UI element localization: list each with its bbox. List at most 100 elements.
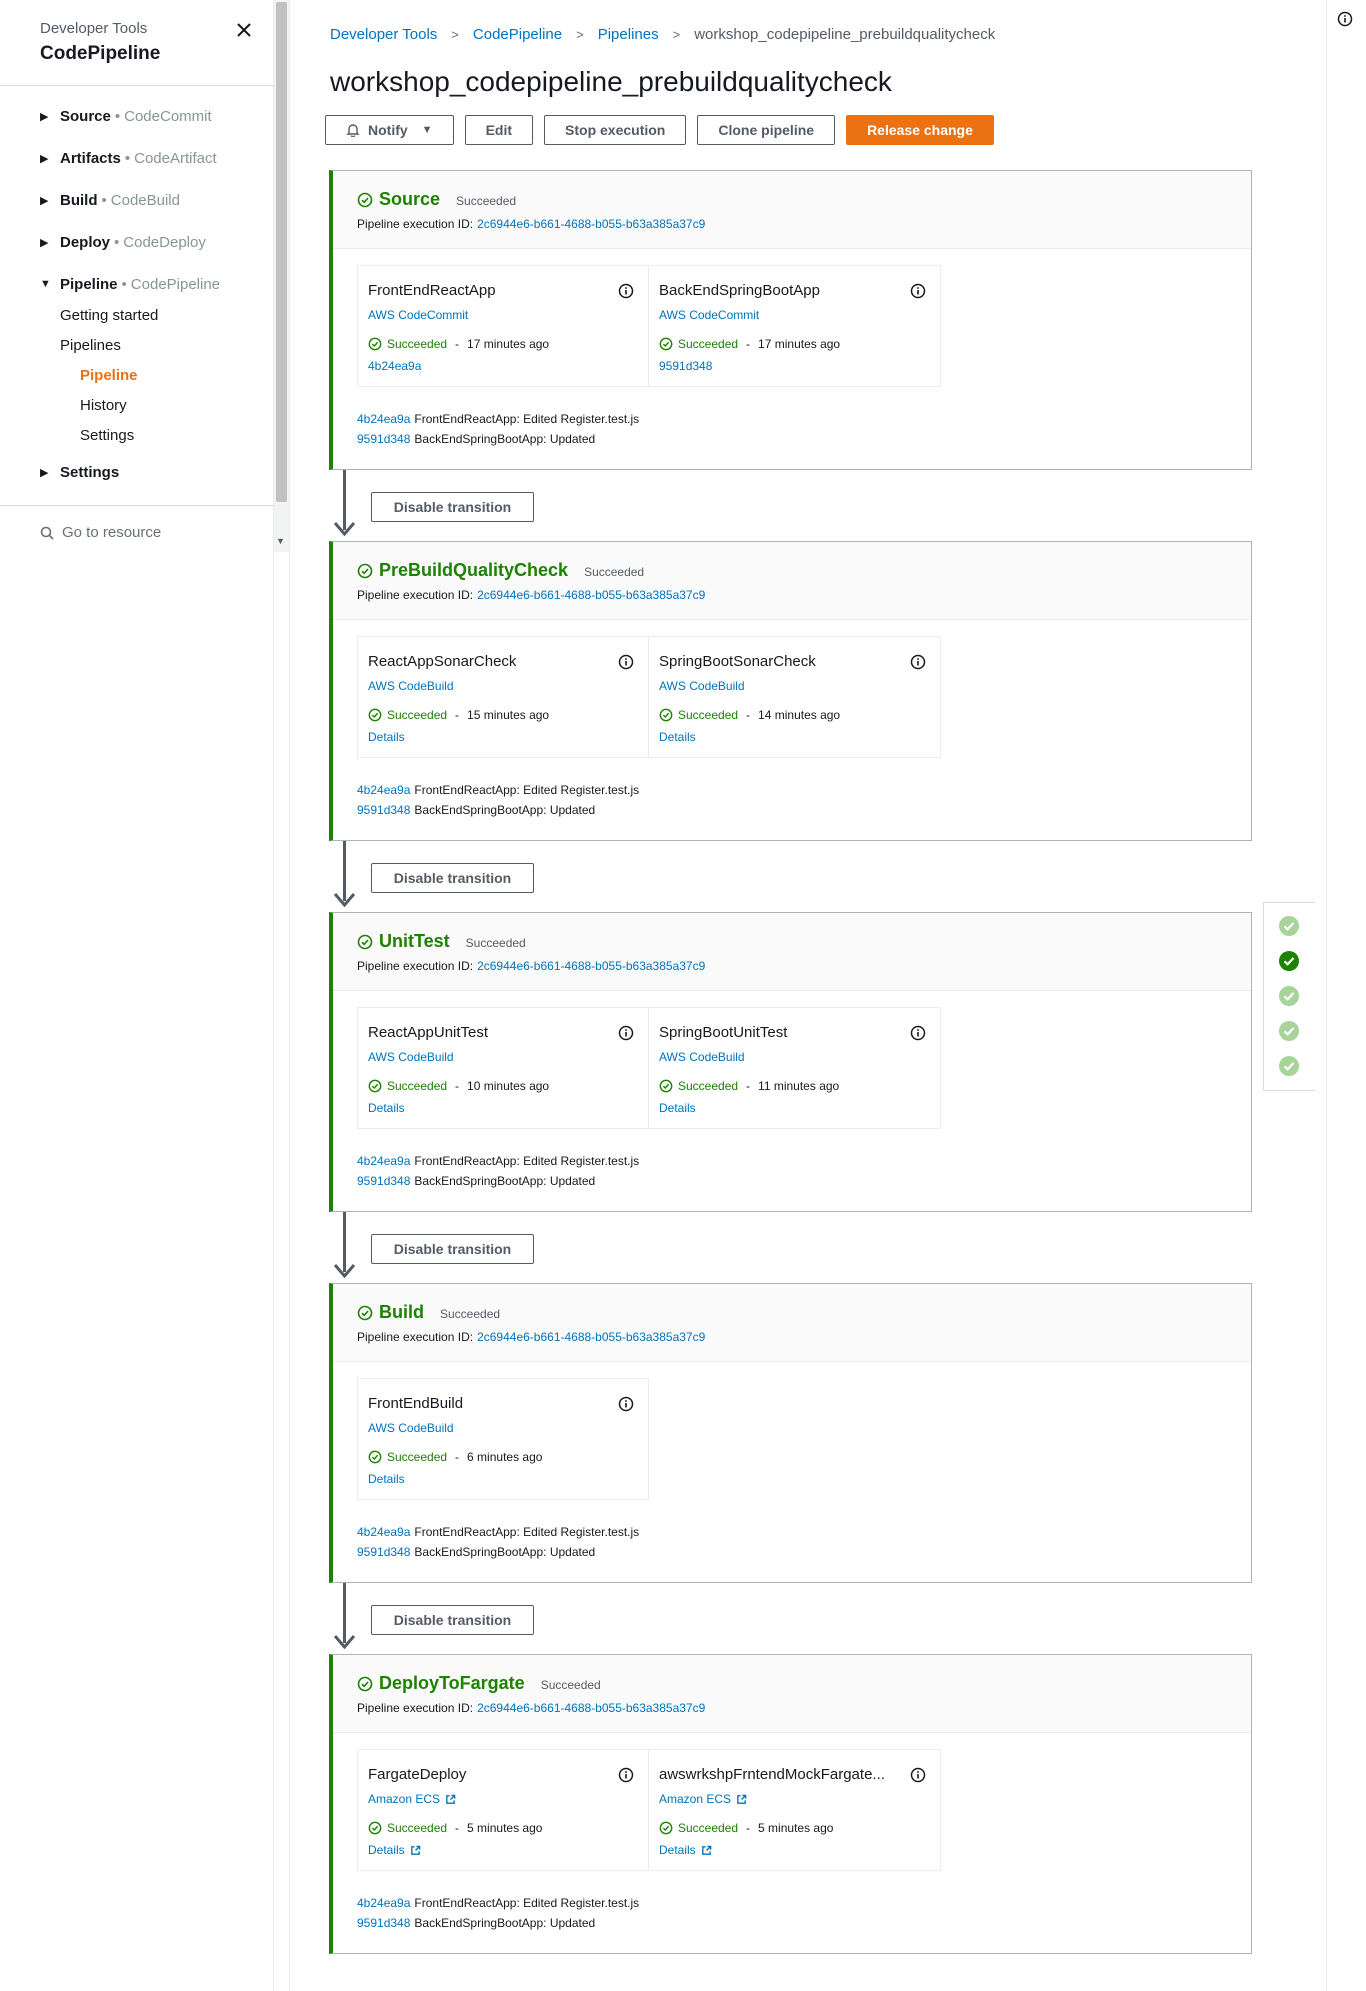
bell-icon — [346, 124, 360, 137]
check-circle-icon — [368, 1821, 382, 1835]
minimap-stage-2-icon[interactable] — [1278, 950, 1300, 972]
commit-row: 9591d348 BackEndSpringBootApp: Updated — [357, 1913, 1251, 1933]
action-list: ReactAppSonarCheck AWS CodeBuild Succeeded… — [357, 636, 1251, 758]
execution-id-link[interactable]: 2c6944e6-b661-4688-b055-b63a385a37c9 — [477, 1330, 705, 1344]
sidebar-group-build[interactable]: ▶ Build • CodeBuild — [40, 186, 270, 214]
commit-message: FrontEndReactApp: Edited Register.test.j… — [414, 1896, 640, 1910]
commit-message: BackEndSpringBootApp: Updated — [414, 1916, 596, 1930]
separator-dash: - — [455, 708, 460, 722]
disable-transition-button[interactable]: Disable transition — [371, 1605, 534, 1635]
action-provider-link[interactable]: AWS CodeBuild — [368, 1421, 648, 1435]
minimap-stage-5-icon[interactable] — [1278, 1055, 1300, 1077]
separator-dash: - — [455, 337, 460, 351]
details-link[interactable]: Details — [659, 730, 940, 744]
info-icon[interactable] — [910, 1025, 926, 1046]
action-status-text: Succeeded — [678, 1079, 739, 1093]
commit-row: 4b24ea9a FrontEndReactApp: Edited Registe… — [357, 1522, 1251, 1542]
commit-id-link[interactable]: 4b24ea9a — [357, 412, 410, 426]
action-provider-link[interactable]: AWS CodeCommit — [368, 308, 648, 322]
notify-button[interactable]: Notify ▼ — [325, 115, 454, 145]
sidebar-group-pipeline[interactable]: ▼ Pipeline • CodePipeline — [40, 270, 270, 298]
execution-id-link[interactable]: 2c6944e6-b661-4688-b055-b63a385a37c9 — [477, 217, 705, 231]
sidebar-item-pipeline[interactable]: Pipeline — [40, 364, 270, 388]
action-provider-link[interactable]: AWS CodeBuild — [368, 1050, 648, 1064]
commit-id-link[interactable]: 9591d348 — [357, 1916, 410, 1930]
go-to-resource[interactable]: Go to resource — [40, 524, 161, 541]
action-provider-link[interactable]: Amazon ECS — [368, 1792, 648, 1806]
action-provider-link[interactable]: Amazon ECS — [659, 1792, 940, 1806]
clone-pipeline-button[interactable]: Clone pipeline — [697, 115, 836, 145]
action-name: awswrkshpFrntendMockFargate... — [659, 1766, 885, 1783]
commit-id-link[interactable]: 4b24ea9a — [357, 1525, 410, 1539]
release-change-button[interactable]: Release change — [846, 115, 994, 145]
minimap-stage-3-icon[interactable] — [1278, 985, 1300, 1007]
details-link[interactable]: Details — [659, 1843, 940, 1857]
sidebar-item-pipelines[interactable]: Pipelines — [40, 334, 270, 358]
sidebar-group-settings[interactable]: ▶ Settings — [40, 458, 270, 486]
info-icon[interactable] — [618, 283, 634, 304]
details-link[interactable]: Details — [659, 1101, 940, 1115]
info-icon[interactable] — [910, 654, 926, 675]
info-icon[interactable] — [618, 1396, 634, 1417]
sidebar-group-artifacts[interactable]: ▶ Artifacts • CodeArtifact — [40, 144, 270, 172]
details-link[interactable]: Details — [368, 1472, 648, 1486]
sidebar-group-source[interactable]: ▶ Source • CodeCommit — [40, 102, 270, 130]
edit-button[interactable]: Edit — [464, 115, 534, 145]
info-icon[interactable] — [618, 1767, 634, 1788]
breadcrumb-pipelines[interactable]: Pipelines — [598, 26, 659, 43]
scrollbar-thumb[interactable] — [276, 2, 287, 502]
commit-id-link[interactable]: 9591d348 — [357, 432, 410, 446]
action-provider-link[interactable]: AWS CodeBuild — [368, 679, 648, 693]
stage-unittest: UnitTest Succeeded Pipeline execution ID: 2… — [329, 912, 1252, 1212]
info-icon[interactable] — [618, 654, 634, 675]
scroll-down-icon[interactable]: ▼ — [276, 536, 285, 546]
commit-id-link[interactable]: 4b24ea9a — [357, 1154, 410, 1168]
execution-id-link[interactable]: 2c6944e6-b661-4688-b055-b63a385a37c9 — [477, 588, 705, 602]
execution-id-link[interactable]: 2c6944e6-b661-4688-b055-b63a385a37c9 — [477, 1701, 705, 1715]
disable-transition-button[interactable]: Disable transition — [371, 492, 534, 522]
details-link[interactable]: Details — [368, 1843, 648, 1857]
info-icon[interactable] — [618, 1025, 634, 1046]
stage-transition: Disable transition — [329, 841, 729, 913]
commit-id-link[interactable]: 9591d348 — [357, 1545, 410, 1559]
disable-transition-button[interactable]: Disable transition — [371, 863, 534, 893]
minimap-stage-4-icon[interactable] — [1278, 1020, 1300, 1042]
check-circle-icon — [368, 1450, 382, 1464]
minimap-stage-1-icon[interactable] — [1278, 915, 1300, 937]
info-icon[interactable] — [910, 283, 926, 304]
sidebar-item-getting-started[interactable]: Getting started — [40, 304, 270, 328]
separator-dash: - — [746, 1079, 751, 1093]
caret-right-icon: ▶ — [40, 236, 49, 249]
info-icon[interactable] — [1337, 11, 1353, 32]
commit-message: BackEndSpringBootApp: Updated — [414, 432, 596, 446]
commit-list: 4b24ea9a FrontEndReactApp: Edited Registe… — [357, 1151, 1251, 1191]
sidebar-item-history[interactable]: History — [40, 394, 270, 418]
stop-execution-button[interactable]: Stop execution — [544, 115, 687, 145]
commit-id-link[interactable]: 9591d348 — [357, 803, 410, 817]
commit-id-link[interactable]: 4b24ea9a — [357, 783, 410, 797]
sidebar-group-deploy[interactable]: ▶ Deploy • CodeDeploy — [40, 228, 270, 256]
action-provider-link[interactable]: AWS CodeBuild — [659, 1050, 940, 1064]
info-icon[interactable] — [910, 1767, 926, 1788]
execution-id-label: Pipeline execution ID: — [357, 588, 474, 602]
commit-id-link[interactable]: 4b24ea9a — [368, 359, 648, 373]
execution-id-link[interactable]: 2c6944e6-b661-4688-b055-b63a385a37c9 — [477, 959, 705, 973]
stage-title-row: PreBuildQualityCheck Succeeded — [357, 560, 1251, 581]
sidebar-scrollbar[interactable]: ▼ — [274, 0, 289, 552]
action-provider-link[interactable]: AWS CodeBuild — [659, 679, 940, 693]
execution-id-label: Pipeline execution ID: — [357, 959, 474, 973]
stage-prebuildqualitycheck: PreBuildQualityCheck Succeeded Pipeline ex… — [329, 541, 1252, 841]
details-link[interactable]: Details — [368, 730, 648, 744]
commit-id-link[interactable]: 9591d348 — [659, 359, 940, 373]
action-status-text: Succeeded — [678, 337, 739, 351]
commit-id-link[interactable]: 4b24ea9a — [357, 1896, 410, 1910]
disable-transition-button[interactable]: Disable transition — [371, 1234, 534, 1264]
breadcrumb-developer-tools[interactable]: Developer Tools — [330, 26, 437, 43]
details-link[interactable]: Details — [368, 1101, 648, 1115]
commit-id-link[interactable]: 9591d348 — [357, 1174, 410, 1188]
breadcrumb-codepipeline[interactable]: CodePipeline — [473, 26, 562, 43]
action-status: Succeeded -5 minutes ago — [368, 1821, 648, 1835]
close-icon[interactable] — [232, 18, 256, 42]
sidebar-item-pipeline-settings[interactable]: Settings — [40, 424, 270, 448]
action-provider-link[interactable]: AWS CodeCommit — [659, 308, 940, 322]
